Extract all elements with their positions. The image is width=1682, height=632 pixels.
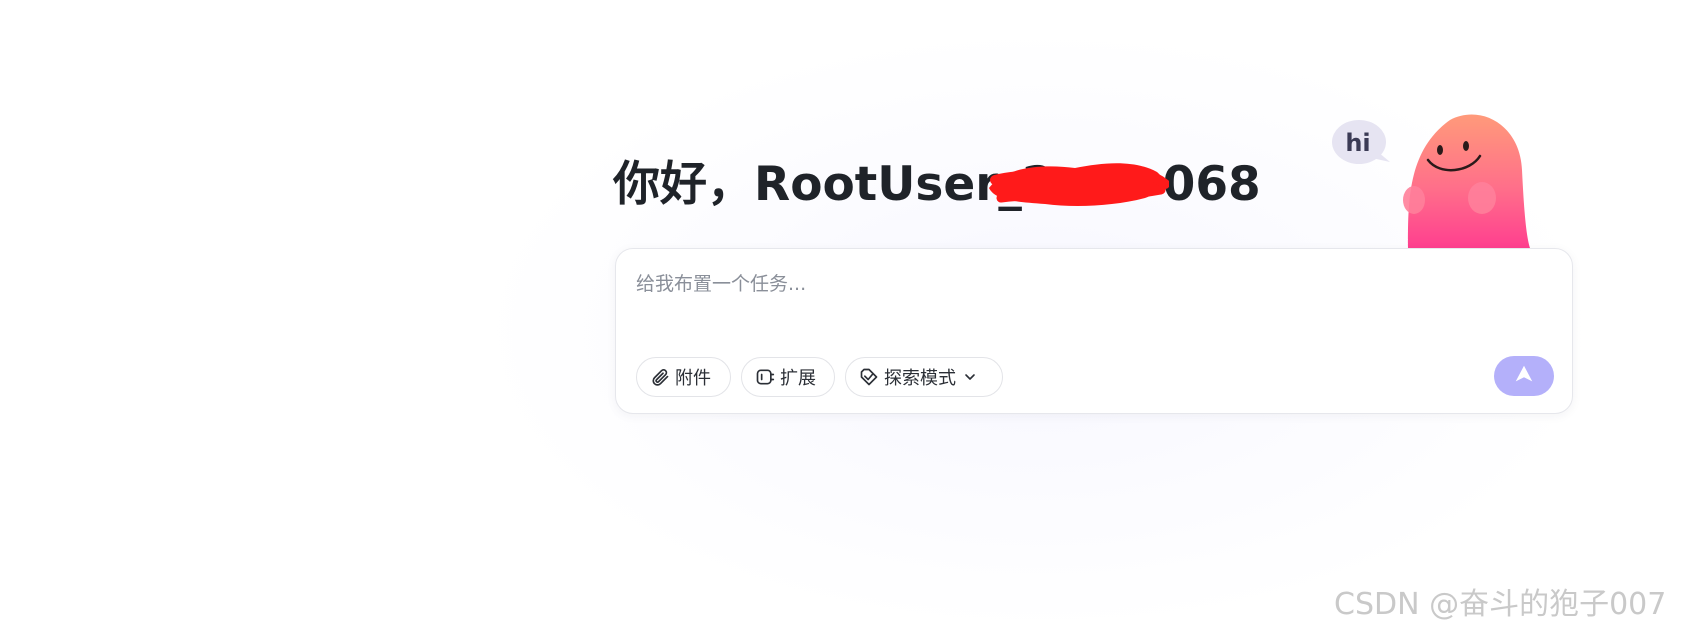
plugin-icon: [754, 366, 776, 388]
send-button[interactable]: [1494, 356, 1554, 396]
extend-label: 扩展: [780, 368, 816, 389]
task-input-card: 附件 扩展 探索模式: [615, 248, 1573, 414]
chevron-down-icon: [962, 368, 980, 386]
mascot-body: [1408, 114, 1530, 248]
speech-text: hi: [1345, 129, 1370, 157]
send-arrow-icon: [1513, 363, 1535, 389]
attach-label: 附件: [675, 368, 711, 389]
redaction-scribble: [989, 163, 1169, 206]
mascot: hi: [1320, 110, 1540, 248]
watermark: CSDN @奋斗的狍子007: [1334, 587, 1667, 622]
speech-bubble: hi: [1332, 120, 1390, 164]
greeting-username-tail: 068: [1162, 157, 1261, 212]
tag-icon: [858, 366, 880, 388]
greeting-hello: 你好，: [613, 157, 754, 212]
extend-button[interactable]: 扩展: [741, 357, 835, 397]
explore-mode-label: 探索模式: [884, 368, 956, 389]
page: 你好，RootUser_2 068 hi 给我布置一个任务... 附件 扩展 探…: [0, 0, 1682, 632]
paperclip-icon: [649, 366, 671, 388]
explore-mode-select[interactable]: 探索模式: [845, 357, 1003, 397]
attach-button[interactable]: 附件: [636, 357, 731, 397]
task-input[interactable]: [636, 267, 1536, 301]
